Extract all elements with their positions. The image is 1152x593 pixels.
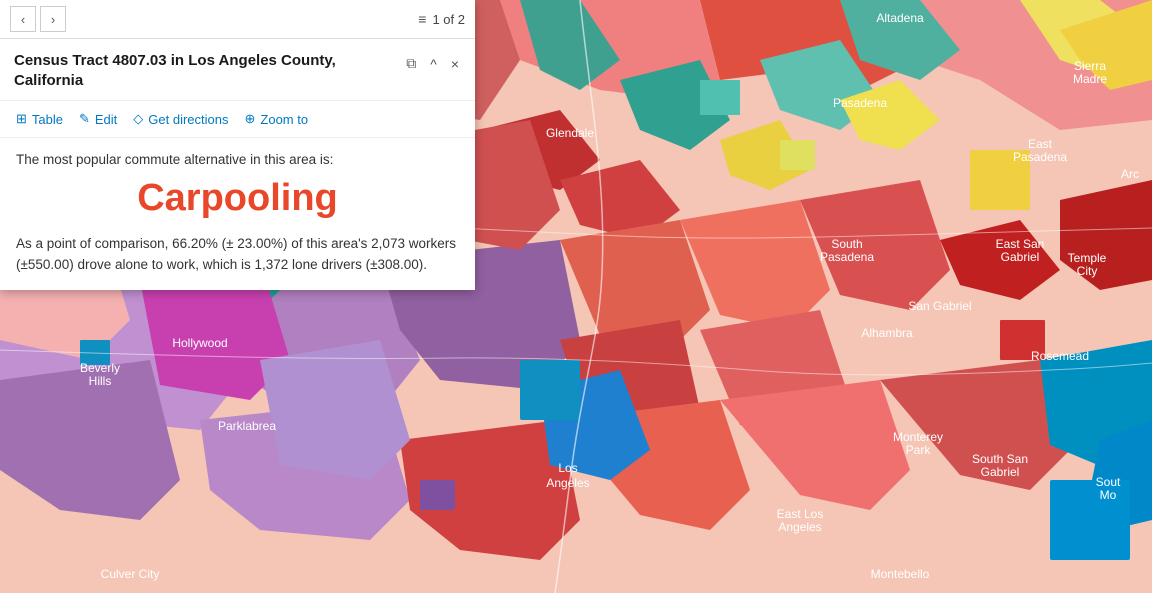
svg-text:City: City — [1077, 264, 1098, 278]
popup-toolbar: ⊞ Table ✎ Edit ◇ Get directions ⊕ Zoom t… — [0, 101, 475, 138]
zoom-icon: ⊕ — [245, 111, 256, 127]
directions-icon: ◇ — [133, 111, 143, 127]
svg-text:Beverly: Beverly — [80, 361, 120, 375]
svg-text:South San: South San — [972, 452, 1028, 466]
svg-text:Arc: Arc — [1121, 167, 1139, 181]
table-label: Table — [32, 112, 63, 127]
nav-prev-button[interactable]: ‹ — [10, 6, 36, 32]
copy-button[interactable]: ⧉ — [404, 53, 418, 74]
svg-text:Mo: Mo — [1100, 488, 1117, 502]
edit-icon: ✎ — [79, 111, 90, 127]
svg-text:Culver City: Culver City — [101, 567, 160, 581]
popup-title-area: Census Tract 4807.03 in Los Angeles Coun… — [0, 39, 475, 101]
svg-text:Angeles: Angeles — [546, 476, 589, 490]
svg-text:Altadena: Altadena — [876, 11, 924, 25]
svg-text:Los: Los — [558, 461, 577, 475]
svg-text:Madre: Madre — [1073, 72, 1107, 86]
detail-text: As a point of comparison, 66.20% (± 23.0… — [16, 234, 459, 276]
nav-buttons: ‹ › — [10, 6, 66, 32]
svg-text:Gabriel: Gabriel — [981, 465, 1020, 479]
popup-panel: ‹ › ≡ 1 of 2 Census Tract 4807.03 in Los… — [0, 0, 475, 290]
svg-text:Pasadena: Pasadena — [833, 96, 887, 110]
svg-text:East: East — [1028, 137, 1053, 151]
list-icon: ≡ — [418, 11, 426, 27]
table-button[interactable]: ⊞ Table — [10, 107, 73, 131]
collapse-button[interactable]: ^ — [428, 54, 439, 74]
counter-text: 1 of 2 — [432, 12, 465, 27]
intro-text: The most popular commute alternative in … — [16, 152, 459, 167]
svg-text:Hollywood: Hollywood — [172, 336, 227, 350]
table-icon: ⊞ — [16, 111, 27, 127]
highlight-word: Carpooling — [16, 177, 459, 220]
svg-text:Rosemead: Rosemead — [1031, 349, 1089, 363]
svg-text:Gabriel: Gabriel — [1001, 250, 1040, 264]
popup-content: The most popular commute alternative in … — [0, 138, 475, 290]
close-button[interactable]: × — [449, 54, 461, 74]
svg-text:Hills: Hills — [89, 374, 112, 388]
svg-text:East Los: East Los — [777, 507, 824, 521]
svg-text:Montebello: Montebello — [871, 567, 930, 581]
svg-text:Temple: Temple — [1068, 251, 1107, 265]
svg-text:Park: Park — [906, 443, 932, 457]
directions-button[interactable]: ◇ Get directions — [127, 107, 238, 131]
nav-next-button[interactable]: › — [40, 6, 66, 32]
popup-title: Census Tract 4807.03 in Los Angeles Coun… — [14, 51, 394, 90]
popup-topbar: ‹ › ≡ 1 of 2 — [0, 0, 475, 39]
svg-text:Sout: Sout — [1096, 475, 1121, 489]
svg-text:Alhambra: Alhambra — [861, 326, 913, 340]
svg-text:San Gabriel: San Gabriel — [908, 299, 971, 313]
svg-text:Pasadena: Pasadena — [1013, 150, 1067, 164]
edit-button[interactable]: ✎ Edit — [73, 107, 127, 131]
svg-text:Monterey: Monterey — [893, 430, 943, 444]
svg-text:Parklabrea: Parklabrea — [218, 419, 276, 433]
directions-label: Get directions — [148, 112, 228, 127]
zoom-button[interactable]: ⊕ Zoom to — [239, 107, 319, 131]
svg-text:East San: East San — [996, 237, 1045, 251]
title-actions: ⧉ ^ × — [404, 53, 461, 74]
zoom-label: Zoom to — [260, 112, 308, 127]
edit-label: Edit — [95, 112, 117, 127]
svg-text:Glendale: Glendale — [546, 126, 594, 140]
svg-text:Angeles: Angeles — [778, 520, 821, 534]
svg-text:Pasadena: Pasadena — [820, 250, 874, 264]
svg-text:Sierra: Sierra — [1074, 59, 1106, 73]
svg-text:South: South — [831, 237, 862, 251]
counter-area: ≡ 1 of 2 — [418, 11, 465, 27]
